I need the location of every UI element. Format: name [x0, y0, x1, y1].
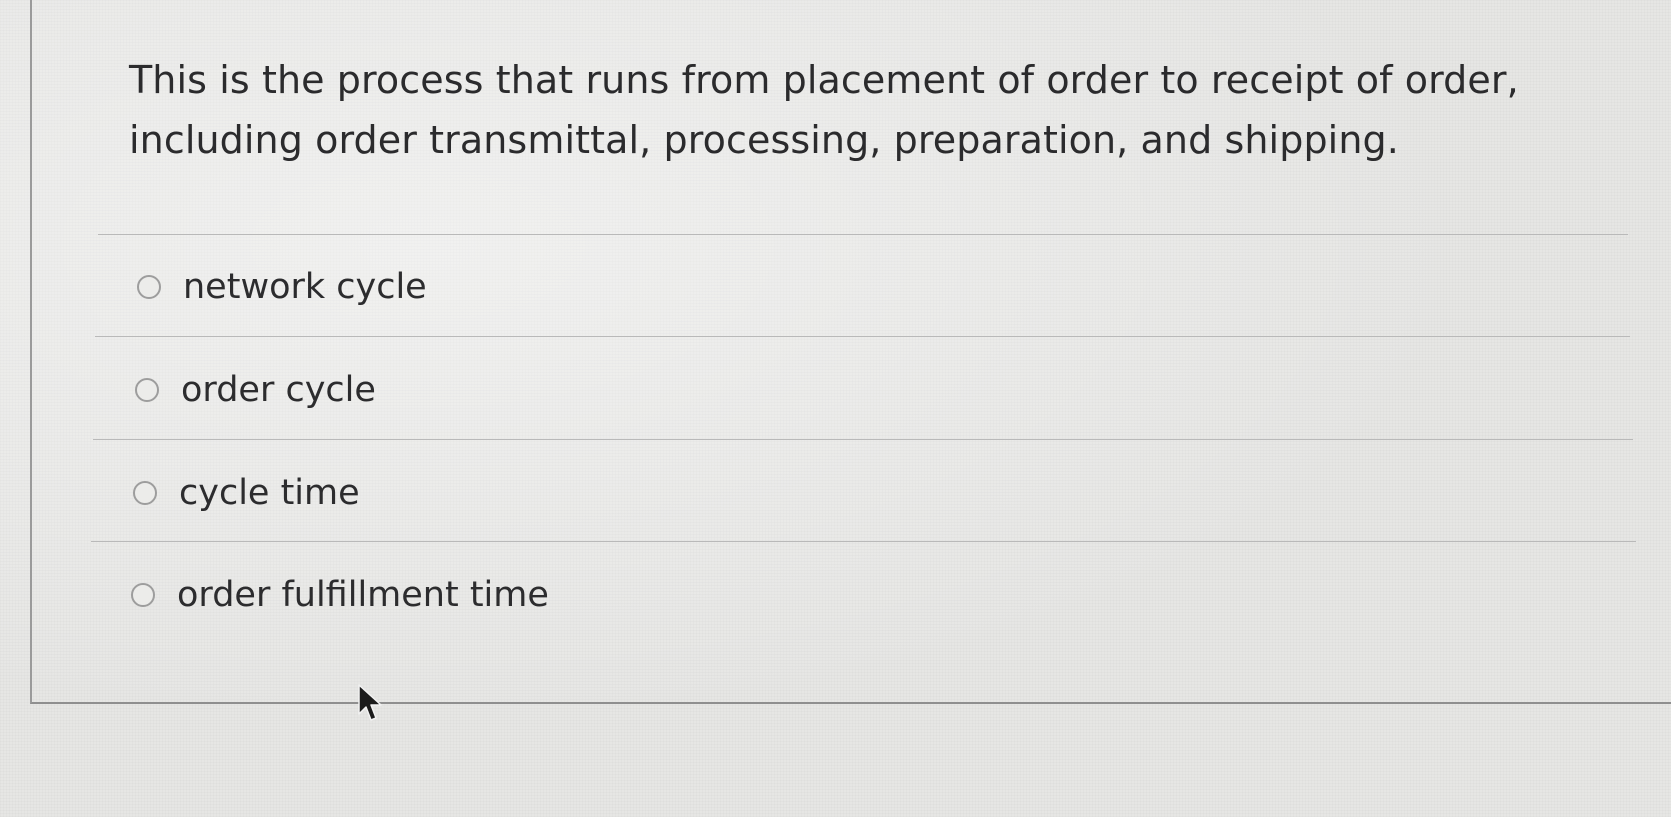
radio-button[interactable] [131, 583, 155, 607]
divider [98, 234, 1628, 235]
question-card: This is the process that runs from place… [30, 0, 1671, 704]
radio-button[interactable] [137, 275, 161, 299]
divider [93, 439, 1633, 440]
answer-option-cycle-time[interactable]: cycle time [133, 463, 833, 523]
divider [95, 336, 1630, 337]
answer-option-order-fulfillment-time[interactable]: order fulfillment time [131, 565, 831, 625]
option-label: order cycle [181, 370, 376, 410]
arrow-pointer-icon [358, 684, 382, 721]
radio-button[interactable] [135, 378, 159, 402]
answer-option-network-cycle[interactable]: network cycle [137, 257, 837, 317]
radio-button[interactable] [133, 481, 157, 505]
option-label: network cycle [183, 267, 427, 307]
option-label: cycle time [179, 473, 360, 513]
question-prompt: This is the process that runs from place… [129, 58, 1519, 162]
answer-option-order-cycle[interactable]: order cycle [135, 360, 835, 420]
divider [91, 541, 1636, 542]
option-label: order fulfillment time [177, 575, 549, 615]
